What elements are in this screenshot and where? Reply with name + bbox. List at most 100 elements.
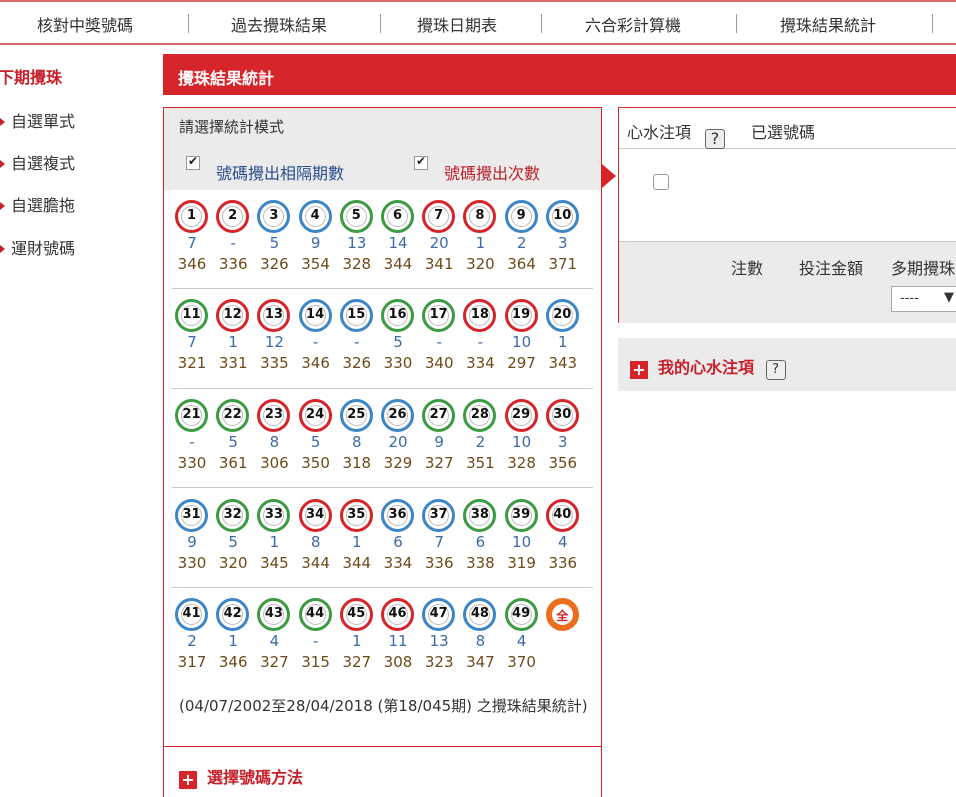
menu-item-single[interactable]: 自選單式 (0, 108, 75, 132)
number-ball[interactable]: 38 (463, 499, 497, 532)
number-ball[interactable]: 4 (298, 200, 332, 233)
bet-checkbox[interactable] (653, 174, 669, 190)
ball-number: 15 (347, 307, 366, 322)
number-ball[interactable]: 33 (257, 499, 291, 532)
number-ball[interactable]: 35 (339, 499, 373, 532)
interval-value: 20 (429, 234, 449, 252)
ball-number: 1 (186, 208, 197, 223)
number-ball[interactable]: 19 (504, 299, 538, 332)
interval-checkbox[interactable] (186, 154, 200, 170)
number-ball[interactable]: 7 (422, 200, 456, 233)
number-ball[interactable]: 5 (339, 200, 373, 233)
number-cell: 4 9 354 (296, 200, 336, 292)
count-value: 346 (177, 255, 207, 273)
count-value: 330 (383, 354, 413, 372)
number-ball[interactable]: 22 (216, 399, 250, 432)
number-ball[interactable]: 17 (422, 299, 456, 332)
interval-value: - (436, 333, 442, 351)
number-ball[interactable]: 45 (339, 598, 373, 631)
number-ball[interactable]: 21 (175, 399, 208, 432)
number-ball[interactable]: 24 (298, 399, 332, 432)
plus-icon: + (630, 361, 648, 379)
nav-draw-schedule[interactable]: 攪珠日期表 (417, 12, 497, 36)
number-ball[interactable]: 47 (422, 598, 456, 631)
number-ball[interactable]: 31 (175, 499, 208, 532)
interval-value: - (189, 433, 195, 451)
number-ball[interactable]: 43 (257, 598, 291, 631)
ball-number: 10 (553, 208, 572, 223)
number-ball[interactable]: 18 (463, 299, 497, 332)
number-cell: 5 13 328 (337, 200, 377, 292)
number-ball[interactable]: 36 (381, 499, 414, 532)
number-ball[interactable]: 15 (339, 299, 373, 332)
number-ball[interactable]: 10 (545, 200, 579, 233)
number-ball[interactable]: 14 (298, 299, 332, 332)
count-value: 306 (260, 454, 289, 472)
number-ball[interactable]: 48 (463, 598, 497, 631)
interval-value: 10 (512, 433, 532, 451)
number-ball[interactable]: 6 (381, 200, 414, 233)
select-all-ball[interactable]: 全 (545, 598, 579, 631)
number-ball[interactable]: 40 (545, 499, 579, 532)
ball-number: 43 (264, 606, 283, 621)
interval-value: - (477, 333, 484, 351)
ball-number: 全 (556, 609, 569, 623)
number-ball[interactable]: 32 (216, 499, 250, 532)
count-value: 328 (507, 454, 536, 472)
count-checkbox[interactable] (414, 154, 428, 170)
nav-check-winning[interactable]: 核對中獎號碼 (37, 12, 133, 36)
number-ball[interactable]: 28 (463, 399, 497, 432)
number-ball[interactable]: 27 (422, 399, 456, 432)
number-ball[interactable]: 8 (463, 200, 497, 233)
select-method-toggle[interactable]: + 選擇號碼方法 (179, 764, 303, 789)
number-ball[interactable]: 3 (257, 200, 291, 233)
number-cell: 39 10 319 (502, 499, 542, 591)
number-cell: 28 2 351 (460, 399, 500, 491)
number-ball[interactable]: 34 (298, 499, 332, 532)
menu-item-label: 自選複式 (11, 154, 76, 173)
number-ball[interactable]: 44 (298, 598, 332, 631)
count-option-label[interactable]: 號碼攪出次數 (444, 160, 540, 184)
menu-item-lucky[interactable]: 運財號碼 (0, 235, 75, 259)
multi-draw-select[interactable]: ---- ▼ (891, 286, 956, 312)
number-ball[interactable]: 23 (257, 399, 291, 432)
count-value: 336 (424, 554, 454, 572)
number-ball[interactable]: 11 (175, 299, 208, 332)
nav-past-results[interactable]: 過去攪珠結果 (231, 12, 327, 36)
ball-number: 39 (512, 507, 531, 522)
number-ball[interactable]: 39 (504, 499, 538, 532)
multi-draw-label: 多期攪珠 (891, 259, 956, 278)
ball-row: 31 9 330 32 5 320 33 1 345 34 8 344 35 1 344 36 6 334 37 7 3… (172, 499, 593, 599)
ball-number: 5 (351, 208, 361, 223)
number-cell: 9 2 364 (502, 200, 542, 292)
number-ball[interactable]: 37 (422, 499, 456, 532)
number-ball[interactable]: 41 (175, 598, 208, 631)
number-cell: 26 20 329 (378, 399, 418, 491)
nav-calculator[interactable]: 六合彩計算機 (585, 12, 681, 36)
my-bets-section: + 我的心水注項 ? (618, 338, 956, 391)
number-ball[interactable]: 9 (504, 200, 538, 233)
number-ball[interactable]: 13 (257, 299, 291, 332)
ball-number: 30 (553, 407, 572, 422)
left-menu-title[interactable]: 下期攪珠 (0, 64, 62, 88)
number-ball[interactable]: 12 (216, 299, 250, 332)
number-ball[interactable]: 46 (381, 598, 414, 631)
ball-number: 47 (429, 606, 448, 621)
number-ball[interactable]: 49 (504, 598, 538, 631)
count-value: 338 (466, 554, 495, 572)
number-ball[interactable]: 16 (381, 299, 414, 332)
help-icon[interactable]: ? (765, 360, 786, 380)
number-ball[interactable]: 29 (504, 399, 538, 432)
number-ball[interactable]: 25 (339, 399, 373, 432)
nav-statistics[interactable]: 攪珠結果統計 (780, 12, 876, 36)
interval-option-label[interactable]: 號碼攪出相隔期數 (216, 160, 344, 184)
number-ball[interactable]: 42 (216, 598, 250, 631)
menu-item-multiple[interactable]: 自選複式 (0, 150, 75, 174)
menu-item-banker[interactable]: 自選膽拖 (0, 192, 75, 216)
my-bets-toggle[interactable]: + 我的心水注項 ? (630, 354, 786, 380)
number-ball[interactable]: 30 (545, 399, 579, 432)
number-ball[interactable]: 26 (381, 399, 414, 432)
number-ball[interactable]: 1 (175, 200, 208, 233)
number-ball[interactable]: 20 (545, 299, 579, 332)
number-ball[interactable]: 2 (216, 200, 250, 233)
